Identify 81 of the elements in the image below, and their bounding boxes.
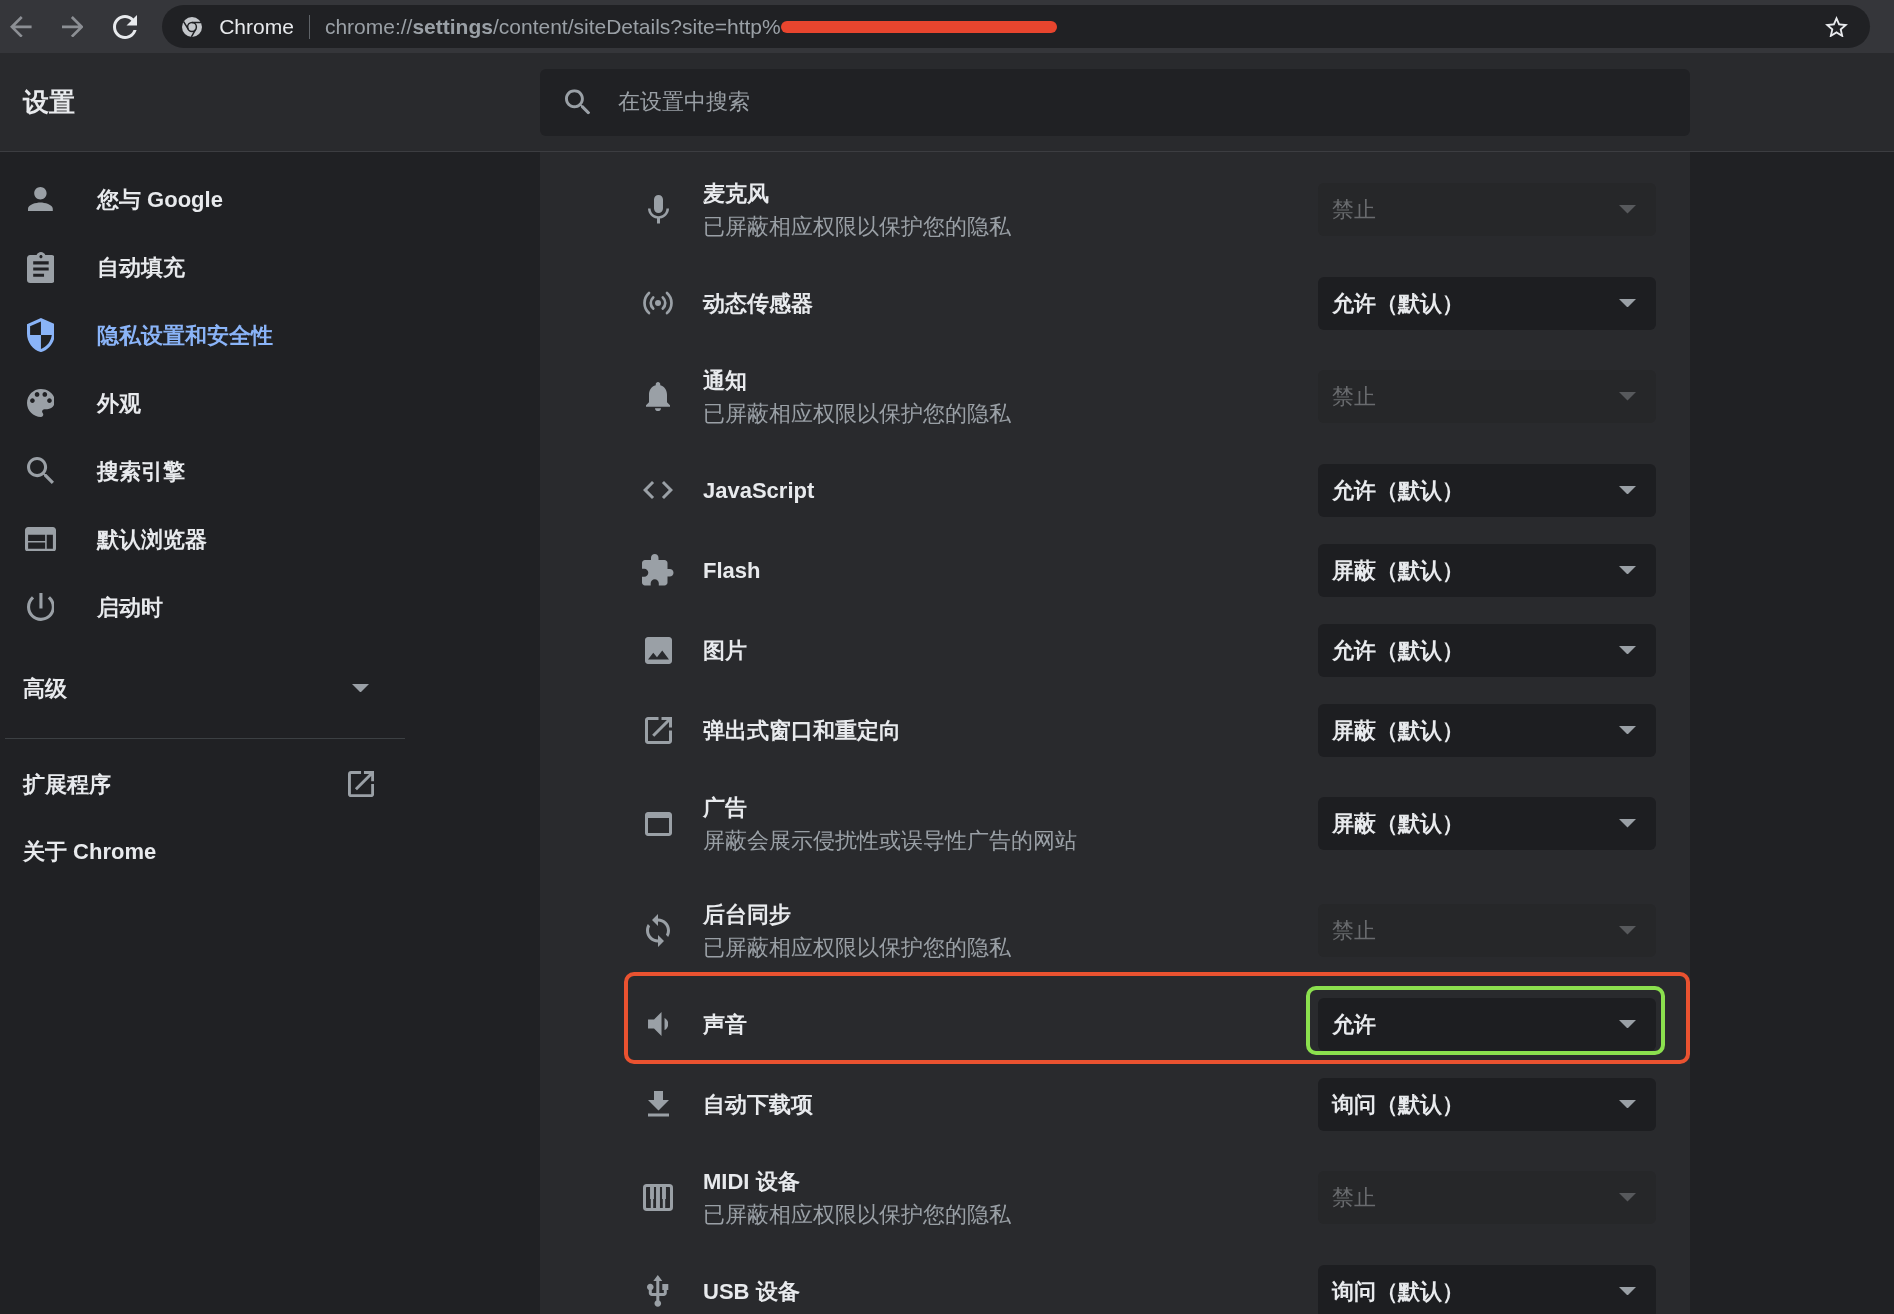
permission-title: 麦克风 <box>703 179 770 208</box>
external-link-icon <box>644 716 672 744</box>
sync-icon <box>646 914 670 947</box>
site-label: Chrome <box>219 13 294 40</box>
sidebar-item[interactable]: 默认浏览器 <box>0 505 405 573</box>
permission-title: MIDI 设备 <box>703 1167 801 1196</box>
sidebar-item[interactable]: 您与 Google <box>0 165 405 233</box>
palette-icon <box>26 389 55 417</box>
search-icon <box>565 89 591 115</box>
download-icon <box>647 1091 669 1117</box>
caret-icon <box>1619 1019 1636 1029</box>
forward-arrow-icon[interactable] <box>61 15 84 38</box>
back-arrow-icon[interactable] <box>10 15 32 38</box>
caret-icon <box>1619 298 1636 308</box>
sensor-waves-icon <box>643 291 673 315</box>
permission-title: 后台同步 <box>703 900 792 929</box>
puzzle-piece-icon <box>642 554 674 586</box>
clipboard-icon <box>26 251 55 283</box>
usb-icon <box>647 1275 669 1307</box>
permission-title: USB 设备 <box>703 1277 801 1306</box>
sidebar-link[interactable]: 扩展程序 <box>0 751 405 818</box>
code-brackets-icon <box>643 481 673 499</box>
permission-title: 自动下载项 <box>703 1090 814 1119</box>
permission-title: 声音 <box>703 1010 748 1039</box>
url-text: chrome://settings/content/siteDetails?site=http% <box>324 13 781 40</box>
permission-dropdown[interactable]: 屏蔽（默认） <box>1318 543 1656 597</box>
shield-icon <box>26 317 55 353</box>
caret-icon <box>1619 645 1636 655</box>
window-icon <box>644 811 672 836</box>
permission-dropdown[interactable]: 允许（默认） <box>1318 463 1656 517</box>
permission-dropdown[interactable]: 询问（默认） <box>1318 1264 1656 1314</box>
search-icon <box>26 457 55 485</box>
advanced-toggle[interactable]: 高级 <box>0 654 405 722</box>
bell-icon <box>646 381 670 412</box>
permission-description: 已屏蔽相应权限以保护您的隐私 <box>703 1200 1012 1229</box>
caret-icon <box>1619 565 1636 575</box>
caret-icon <box>1619 1193 1636 1202</box>
permission-dropdown[interactable]: 允许 <box>1318 997 1656 1051</box>
search-field[interactable]: 在设置中搜索 <box>540 68 1690 136</box>
caret-icon <box>1619 392 1636 401</box>
caret-icon <box>1619 819 1636 828</box>
caret-icon <box>1619 485 1636 495</box>
permission-dropdown[interactable]: 允许（默认） <box>1318 623 1656 677</box>
microphone-icon <box>647 195 669 224</box>
piano-keys-icon <box>643 1184 673 1211</box>
permission-title: JavaScript <box>703 476 816 505</box>
permission-title: 图片 <box>703 636 748 665</box>
round-logo-icon <box>182 16 203 37</box>
permission-dropdown[interactable]: 屏蔽（默认） <box>1318 703 1656 757</box>
speaker-icon <box>647 1012 669 1036</box>
permission-dropdown[interactable]: 询问（默认） <box>1318 1077 1656 1131</box>
caret-icon <box>1619 1099 1636 1109</box>
sidebar-item[interactable]: 搜索引擎 <box>0 437 405 505</box>
sidebar-item[interactable]: 外观 <box>0 369 405 437</box>
sidebar-item[interactable]: 隐私设置和安全性 <box>0 301 405 369</box>
permission-dropdown[interactable]: 屏蔽（默认） <box>1318 797 1656 850</box>
permission-dropdown[interactable]: 允许（默认） <box>1318 276 1656 330</box>
image-icon <box>644 636 672 664</box>
permission-title: 弹出式窗口和重定向 <box>703 716 902 745</box>
reload-icon[interactable] <box>113 14 138 39</box>
permission-description: 屏蔽会展示侵扰性或误导性广告的网站 <box>703 826 1078 855</box>
power-icon <box>26 593 55 621</box>
sidebar-item[interactable]: 自动填充 <box>0 233 405 301</box>
permission-title: 动态传感器 <box>703 289 814 318</box>
address-bar[interactable]: Chrome chrome://settings/content/siteDetails?site=http% <box>162 5 1870 48</box>
permission-title: 广告 <box>703 793 748 822</box>
sidebar-item[interactable]: 启动时 <box>0 573 405 641</box>
caret-icon <box>1619 205 1636 214</box>
permission-description: 已屏蔽相应权限以保护您的隐私 <box>703 933 1012 962</box>
caret-icon <box>1619 1286 1636 1296</box>
permission-description: 已屏蔽相应权限以保护您的隐私 <box>703 399 1012 428</box>
page-title: 设置 <box>21 85 76 119</box>
permission-title: 通知 <box>703 366 748 395</box>
browser-window-icon <box>25 526 56 552</box>
permission-description: 已屏蔽相应权限以保护您的隐私 <box>703 212 1012 241</box>
caret-icon <box>1619 725 1636 735</box>
caret-icon <box>1619 926 1636 935</box>
person-icon <box>28 186 53 212</box>
permission-title: Flash <box>703 556 762 585</box>
star-icon[interactable] <box>1825 15 1848 38</box>
sidebar-link[interactable]: 关于 Chrome <box>0 818 405 885</box>
